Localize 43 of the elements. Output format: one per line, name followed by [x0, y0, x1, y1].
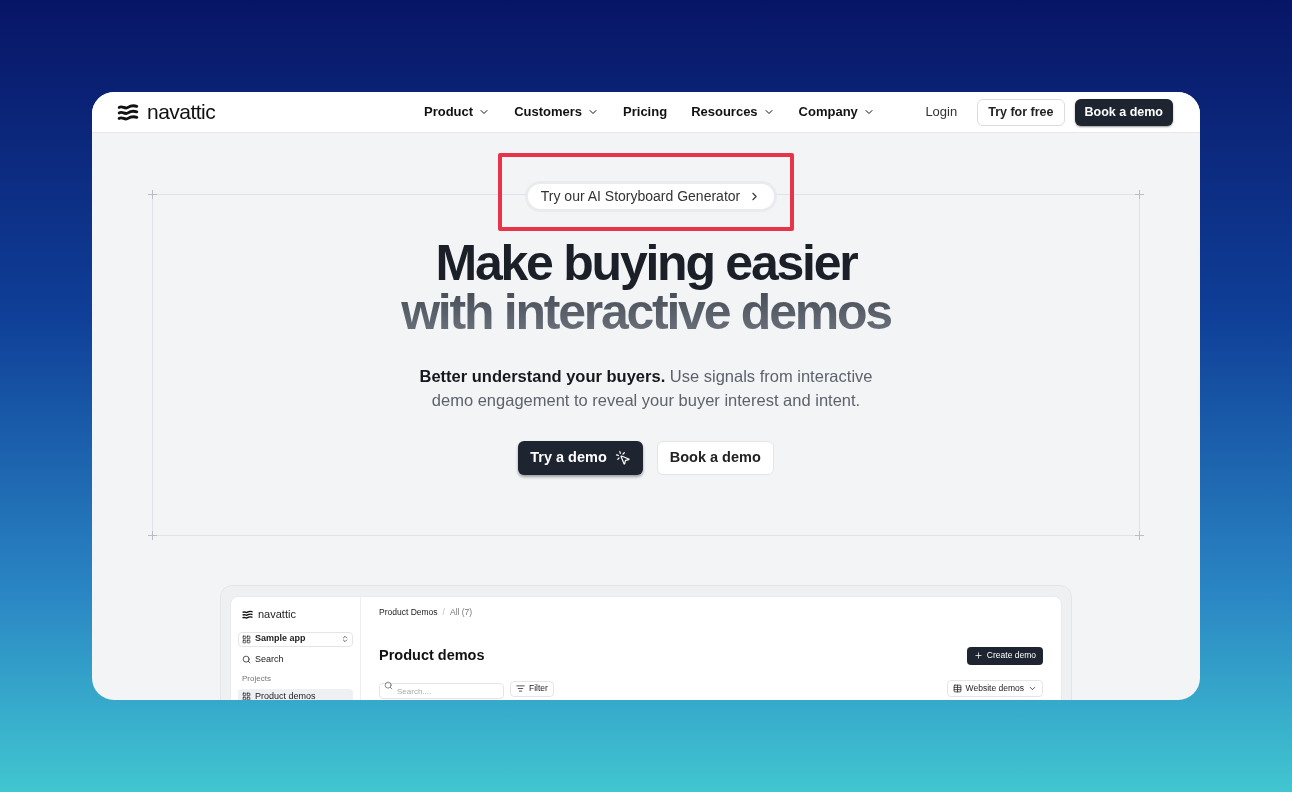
nav-link[interactable]: Product [424, 102, 491, 122]
nav-link[interactable]: Pricing [623, 102, 668, 122]
updown-icon [341, 635, 349, 643]
filter-icon [516, 684, 525, 693]
sidebar-item[interactable]: Product demos [238, 688, 353, 700]
nav-link[interactable]: Resources [691, 102, 775, 122]
hero-description: Better understand your buyers. Use signals from interactive demo engagement to reveal your buyer interest and intent. [418, 366, 874, 411]
cursor-click-icon [614, 450, 631, 466]
breadcrumb-separator: / [442, 606, 445, 619]
app-icon [242, 634, 251, 644]
corner-mark-icon [148, 190, 157, 199]
breadcrumb-link[interactable]: Product Demos [379, 606, 438, 619]
announcement-link[interactable]: Try our AI Storyboard Generator [527, 184, 775, 209]
view-select[interactable]: Website demos [946, 680, 1043, 697]
section-label: Projects [241, 672, 272, 685]
breadcrumb-current: All (7) [449, 606, 473, 619]
corner-mark-icon [1135, 190, 1144, 199]
corner-mark-icon [1135, 531, 1144, 540]
app-brand-name: navattic [258, 607, 296, 622]
nav-link[interactable]: Customers [514, 102, 600, 122]
logo-icon [242, 609, 253, 619]
filter-button[interactable]: Filter [510, 680, 554, 697]
search-icon [242, 655, 251, 664]
headline: Make buying easier [435, 239, 857, 288]
book-demo-button[interactable]: Book a demo [656, 441, 774, 475]
logo-icon [117, 103, 139, 121]
brand-name: navattic [147, 99, 216, 126]
search-icon [384, 680, 393, 690]
login-link[interactable]: Login [925, 102, 958, 122]
table-icon [952, 684, 962, 693]
plus-icon [973, 651, 983, 661]
page-title: Product demos [379, 645, 485, 665]
app-select[interactable]: Sample app [238, 631, 353, 647]
corner-mark-icon [148, 531, 157, 540]
search-field[interactable]: Search.... [379, 683, 504, 699]
try-demo-button[interactable]: Try a demo [518, 441, 643, 475]
nav-link[interactable]: Company [798, 102, 875, 122]
chevron-down-icon [1028, 684, 1037, 693]
try-free-button[interactable]: Try for free [977, 98, 1065, 126]
create-demo-button[interactable]: Create demo [966, 646, 1043, 665]
sidebar-search[interactable]: Search [238, 652, 353, 667]
book-demo-button[interactable]: Book a demo [1074, 98, 1173, 126]
grid-icon [242, 692, 251, 700]
